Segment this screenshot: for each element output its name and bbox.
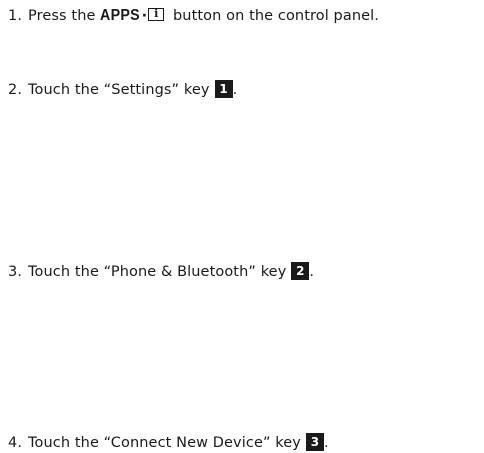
callout-badge: 1 — [214, 80, 233, 98]
apps-button-label: APPS — [100, 7, 141, 24]
step-4: 4. Touch the “Connect New Device” key 3. — [8, 433, 329, 453]
step-number: 3. — [8, 264, 23, 280]
step-number: 1. — [8, 8, 23, 24]
step-number: 4. — [8, 435, 23, 451]
step-text-pre: Touch the “Settings” key — [28, 82, 210, 98]
apps-separator: · — [141, 8, 148, 24]
step-number: 2. — [8, 82, 23, 98]
step-text-pre: Touch the “Phone & Bluetooth” key — [28, 264, 287, 280]
step-text-post: . — [309, 264, 315, 280]
step-3: 3. Touch the “Phone & Bluetooth” key 2. — [8, 262, 314, 282]
step-2: 2. Touch the “Settings” key 1. — [8, 80, 237, 100]
step-text-post: . — [232, 82, 238, 98]
callout-badge: 2 — [291, 262, 310, 280]
step-1: 1. Press the APPS· i button on the control… — [8, 6, 379, 26]
step-text-post: . — [323, 435, 329, 451]
callout-badge: 3 — [305, 433, 324, 451]
step-text-post: button on the control panel. — [168, 8, 379, 24]
step-text-pre: Touch the “Connect New Device” key — [28, 435, 301, 451]
info-icon: i — [148, 7, 165, 21]
info-icon-glyph: i — [154, 7, 159, 20]
step-text-pre: Press the — [28, 8, 101, 24]
